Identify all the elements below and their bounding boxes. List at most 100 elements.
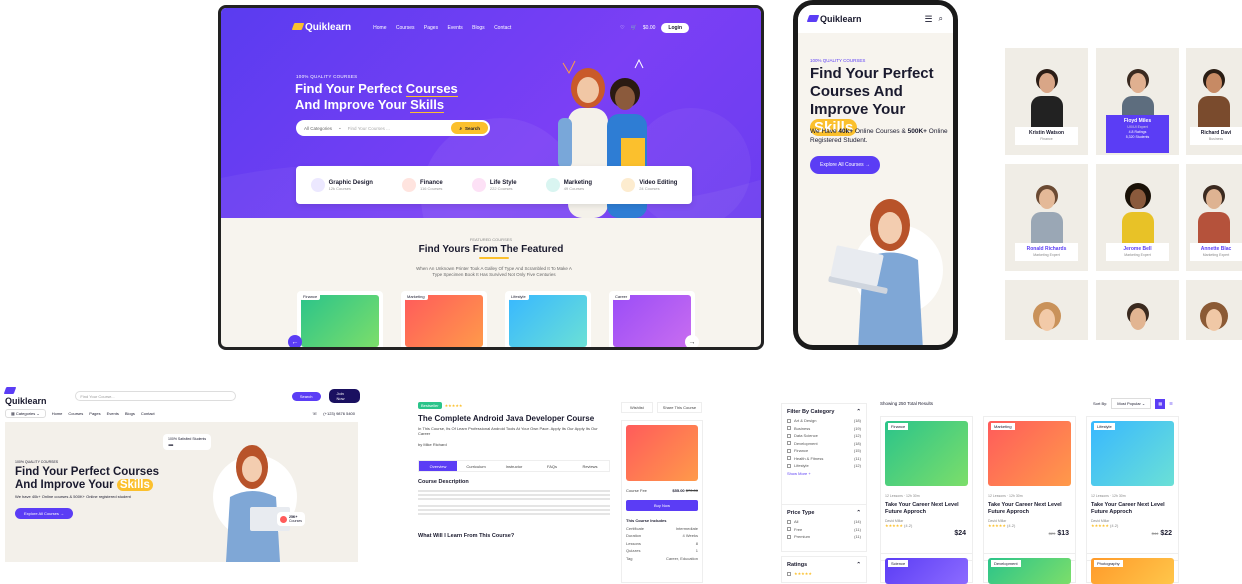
nav-home[interactable]: Home: [373, 25, 386, 31]
person-photo: [1127, 303, 1149, 330]
category-marketing[interactable]: Marketing 49 Courses: [545, 178, 592, 192]
chevron-up-icon[interactable]: ⌃: [856, 510, 861, 516]
filter-item[interactable]: All (14): [787, 519, 861, 524]
search-input[interactable]: Find Your Courses ...: [348, 126, 390, 131]
filter-item[interactable]: Free (11): [787, 527, 861, 532]
hero-tag: 100% QUALITY COURSES: [810, 58, 866, 63]
top-nav: Quiklearn Home Courses Pages Events Blog…: [291, 22, 689, 33]
filter-item[interactable]: Art & Design (18): [787, 418, 861, 423]
title-underline: [479, 257, 509, 259]
wishlist-button[interactable]: Wishlist: [621, 402, 653, 413]
team-card[interactable]: Ronald Richards Marketing Expert: [1005, 164, 1088, 271]
category-graphic-design[interactable]: Graphic Design 12k Courses: [310, 178, 373, 192]
filter-item[interactable]: Lifestyle (12): [787, 463, 861, 468]
categories-dropdown[interactable]: ▦ Categories ⌄: [5, 408, 46, 418]
grid-view-icon[interactable]: ▦: [1155, 398, 1166, 409]
logo[interactable]: Quiklearn: [291, 22, 351, 33]
course-card[interactable]: Lifestyle 12 Lessons · 12h 30m Take Your…: [1086, 416, 1179, 561]
filter-item[interactable]: Health & Fitness (11): [787, 456, 861, 461]
logo[interactable]: Quiklearn: [806, 14, 862, 24]
menu-icon[interactable]: ☰: [924, 14, 932, 25]
course-card[interactable]: Finance 12 Lessons · 12h 30m Take Your C…: [880, 416, 973, 561]
filter-item[interactable]: Development (18): [787, 441, 861, 446]
chevron-up-icon[interactable]: ⌃: [856, 562, 861, 568]
next-arrow-icon[interactable]: →: [685, 335, 699, 347]
explore-button[interactable]: Explore All Courses →: [15, 508, 74, 519]
search-button[interactable]: Search: [291, 391, 321, 401]
filter-item[interactable]: Business (19): [787, 426, 861, 431]
nav-events[interactable]: Events: [447, 25, 462, 31]
category-strip: Graphic Design 12k Courses Finance 116 Cou…: [296, 166, 692, 204]
list-view-icon[interactable]: ☰: [1169, 401, 1173, 406]
team-card[interactable]: [1005, 280, 1088, 340]
category-life-style[interactable]: Life Style 222 Courses: [471, 178, 517, 192]
nav-blogs[interactable]: Blogs: [125, 411, 135, 416]
course-card[interactable]: Photography: [1086, 553, 1179, 584]
secondary-nav: ▦ Categories ⌄ Home Courses Pages Events…: [5, 407, 355, 419]
search-icon[interactable]: ⌕: [939, 14, 943, 24]
show-more-link[interactable]: Show More +: [787, 471, 861, 476]
mobile-mockup: Quiklearn ☰ ⌕ 100% QUALITY COURSES Find …: [793, 0, 958, 350]
results-count: Showing 250 Total Results: [880, 401, 933, 406]
nav-courses[interactable]: Courses: [396, 25, 415, 31]
team-card[interactable]: Richard Davi Business: [1186, 48, 1242, 155]
video-icon: [621, 178, 636, 192]
course-card[interactable]: Marketing: [401, 291, 487, 347]
chart-icon: [301, 295, 379, 347]
tab-faqs[interactable]: FAQs: [533, 461, 571, 471]
search-button[interactable]: ⌕ Search: [451, 122, 488, 134]
nav-events[interactable]: Events: [107, 411, 119, 416]
nav-home[interactable]: Home: [52, 411, 63, 416]
buy-button[interactable]: Buy Now: [626, 500, 698, 511]
course-card[interactable]: Finance: [297, 291, 383, 347]
team-card[interactable]: [1186, 280, 1242, 340]
course-card[interactable]: Science: [880, 553, 973, 584]
nav-courses[interactable]: Courses: [68, 411, 83, 416]
filter-item[interactable]: Premium (11): [787, 534, 861, 539]
category-select[interactable]: All Categories: [304, 126, 332, 131]
prev-arrow-icon[interactable]: ←: [288, 335, 302, 347]
logo[interactable]: Quiklearn: [3, 386, 55, 406]
nav-pages[interactable]: Pages: [424, 25, 438, 31]
chevron-up-icon[interactable]: ⌃: [856, 409, 861, 415]
nav-right: ♡ 🛒 $0.00 Login: [620, 22, 689, 33]
explore-button[interactable]: Explore All Courses →: [810, 156, 881, 174]
nav-pages[interactable]: Pages: [89, 411, 100, 416]
join-button[interactable]: Join Now: [328, 389, 360, 403]
login-button[interactable]: Login: [661, 22, 689, 33]
phone-icon: ☏: [312, 410, 318, 416]
team-card[interactable]: [1096, 280, 1179, 340]
rating-stars[interactable]: ★★★★★: [794, 571, 812, 576]
course-card[interactable]: Career: [609, 291, 695, 347]
share-button[interactable]: Share This Course: [656, 402, 703, 413]
featured-title: Find Yours From The Featured: [418, 244, 564, 255]
cart-icon[interactable]: 🛒: [631, 25, 637, 31]
nav-contact[interactable]: Contact: [494, 25, 511, 31]
search-input[interactable]: Find Your Course...: [75, 391, 236, 401]
main-menu: Home Courses Pages Events Blogs Contact: [373, 25, 519, 31]
team-card[interactable]: Annette Blac Marketing Expert: [1186, 164, 1242, 271]
nav-contact[interactable]: Contact: [141, 411, 155, 416]
nav-blogs[interactable]: Blogs: [472, 25, 485, 31]
tab-overview[interactable]: Overview: [419, 461, 457, 471]
sort-select[interactable]: Most Popular ⌄: [1111, 398, 1152, 409]
desktop-mockup: Quiklearn Home Courses Pages Events Blog…: [218, 5, 764, 350]
heart-icon[interactable]: ♡: [620, 25, 624, 31]
course-card[interactable]: Development: [983, 553, 1076, 584]
filter-item[interactable]: Finance (15): [787, 448, 861, 453]
team-card[interactable]: Kristin Watson Finance: [1005, 48, 1088, 155]
course-card[interactable]: Marketing 12 Lessons · 12h 30m Take Your…: [983, 416, 1076, 561]
hero-subtitle: We have 40k+ Online courses & 500K+ Onli…: [15, 494, 131, 499]
tab-curriculum[interactable]: Curriculum: [457, 461, 495, 471]
category-video-editing[interactable]: Video Editing 24 Courses: [621, 178, 677, 192]
team-card-active[interactable]: Floyd Miles UX/UI Expert 4.8 Ratings 5,320 …: [1096, 48, 1179, 155]
course-card[interactable]: Lifestyle: [505, 291, 591, 347]
lifestyle-icon: [471, 178, 486, 192]
tab-reviews[interactable]: Reviews: [571, 461, 609, 471]
category-finance[interactable]: Finance 116 Courses: [402, 178, 443, 192]
category-filter: Filter By Category ⌃ Art & Design (18) Bus…: [781, 403, 867, 505]
tab-instructor[interactable]: Instructor: [495, 461, 533, 471]
team-card[interactable]: Jerome Bell Marketing Expert: [1096, 164, 1179, 271]
filter-item[interactable]: Data Science (12): [787, 433, 861, 438]
palette-icon: [310, 178, 325, 192]
